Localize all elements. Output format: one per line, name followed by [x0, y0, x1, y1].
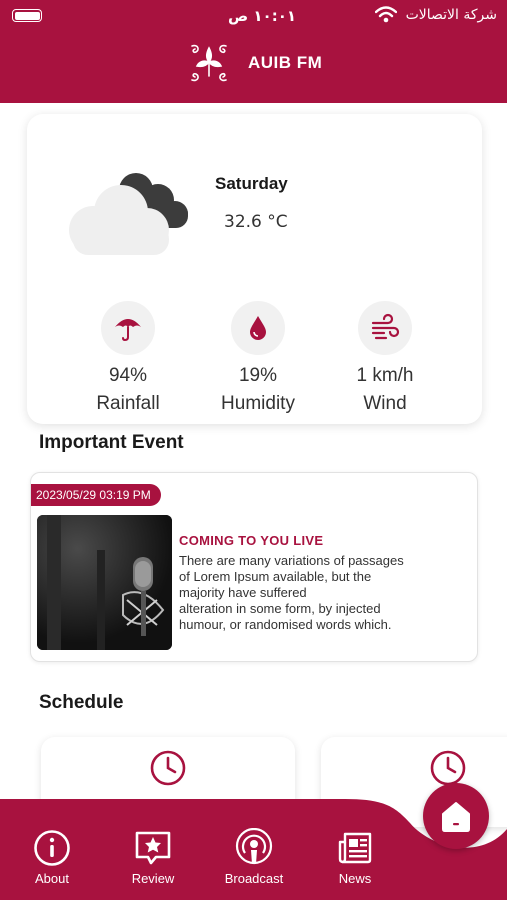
clock-icon: [430, 750, 466, 786]
podcast-icon: [235, 828, 273, 865]
status-time: ١٠:٠١ ص: [228, 7, 297, 25]
rainfall-stat: 94% Rainfall: [68, 301, 188, 415]
nav-about[interactable]: About: [12, 828, 92, 886]
rainfall-value: 94%: [108, 365, 148, 386]
nav-about-label: About: [35, 871, 69, 886]
wind-stat: 1 km/h Wind: [325, 301, 445, 415]
wifi-icon: [375, 6, 397, 23]
nav-broadcast[interactable]: Broadcast: [214, 828, 294, 886]
schedule-title: Schedule: [39, 692, 124, 713]
event-date-badge: 2023/05/29 03:19 PM: [31, 484, 161, 506]
nav-broadcast-label: Broadcast: [224, 871, 284, 886]
nav-review-label: Review: [131, 871, 175, 886]
humidity-stat: 19% Humidity: [198, 301, 318, 415]
battery-icon: [12, 9, 42, 22]
wind-value: 1 km/h: [356, 365, 414, 386]
info-icon: [34, 830, 70, 866]
home-icon: [442, 802, 470, 832]
review-icon: [135, 831, 171, 865]
home-button[interactable]: [423, 783, 489, 849]
event-description: There are many variations of passages of…: [179, 553, 404, 632]
weather-day: Saturday: [215, 174, 288, 193]
event-card[interactable]: 2023/05/29 03:19 PM COMING TO YOU LIVE T…: [30, 472, 478, 662]
humidity-value: 19%: [238, 365, 278, 386]
wind-icon: [371, 313, 400, 340]
nav-review[interactable]: Review: [113, 828, 193, 886]
important-event-title: Important Event: [39, 432, 184, 453]
cloudy-icon: [69, 173, 188, 255]
weather-temperature: 32.6 °C: [224, 212, 288, 232]
brand: AUIB FM: [186, 40, 322, 86]
carrier-name: شركة الاتصالات: [405, 7, 497, 23]
weather-card: Saturday 32.6 °C 94% Rainfall 19% Humidi…: [27, 114, 482, 424]
nav-news-label: News: [338, 871, 372, 886]
droplet-icon: [250, 316, 266, 340]
app-header: ١٠:٠١ ص شركة الاتصالات AUIB FM: [0, 0, 507, 103]
event-title: COMING TO YOU LIVE: [179, 533, 324, 548]
humidity-label: Humidity: [221, 393, 295, 414]
clock-icon: [150, 750, 186, 786]
logo-icon: [191, 44, 227, 82]
nav-news[interactable]: News: [315, 828, 395, 886]
newspaper-icon: [338, 832, 372, 864]
wind-label: Wind: [363, 393, 407, 414]
app-title: AUIB FM: [248, 53, 323, 72]
microphone-icon: [37, 515, 172, 650]
umbrella-icon: [115, 319, 141, 342]
rainfall-label: Rainfall: [96, 393, 160, 414]
status-bar: ١٠:٠١ ص شركة الاتصالات: [0, 0, 507, 32]
event-image: [37, 515, 172, 650]
